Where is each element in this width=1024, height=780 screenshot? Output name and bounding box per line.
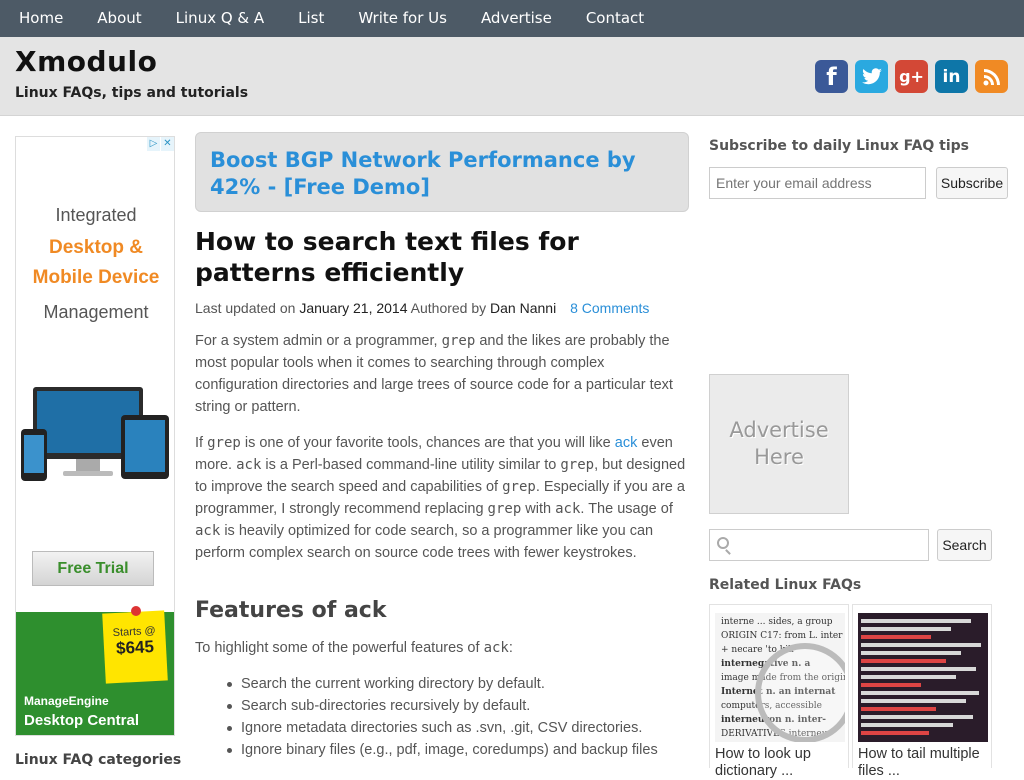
related-item[interactable]: How to tail multiple files ... (852, 604, 992, 779)
nav-contact[interactable]: Contact (569, 0, 661, 37)
paragraph-features-intro: To highlight some of the powerful featur… (195, 637, 689, 659)
features-list: Search the current working directory by … (227, 673, 691, 761)
code-grep: grep (487, 501, 522, 517)
text: . The usage of (580, 501, 673, 517)
author-label: Authored by (410, 300, 487, 316)
code-ack: ack (483, 640, 509, 656)
nav-linux-qa[interactable]: Linux Q & A (159, 0, 281, 37)
code-grep: grep (502, 479, 536, 495)
paragraph-intro: For a system admin or a programmer, grep… (195, 330, 689, 418)
categories-heading: Linux FAQ categories (15, 752, 182, 768)
list-item: Search the current working directory by … (227, 673, 691, 695)
site-title[interactable]: Xmodulo (15, 45, 157, 78)
code-grep: grep (441, 333, 476, 349)
code-ack: ack (555, 501, 581, 517)
price-note: Starts @ $645 (102, 610, 168, 684)
terminal-thumbnail (858, 613, 988, 742)
ad-brand-panel: Starts @ $645 ManageEngine Desktop Centr… (16, 606, 174, 735)
close-icon[interactable]: ✕ (160, 137, 174, 151)
text: To highlight some of the powerful featur… (195, 640, 484, 656)
left-advertisement[interactable]: ▷ ✕ Integrated Desktop & Mobile Device M… (15, 136, 175, 736)
ad-line-2: Desktop & (49, 237, 143, 258)
list-item: Search sub-directories recursively by de… (227, 695, 691, 717)
dictionary-thumbnail: interne ... sides, a group ORIGIN C17: f… (715, 613, 845, 742)
article-date: January 21, 2014 (299, 300, 408, 316)
search-input[interactable] (709, 529, 929, 561)
list-item: Ignore binary files (e.g., pdf, image, c… (227, 739, 691, 761)
devices-image (21, 387, 169, 481)
product-name: Desktop Central (24, 712, 140, 729)
free-trial-button[interactable]: Free Trial (32, 551, 154, 586)
price-value: $645 (115, 637, 155, 658)
advertise-here-box[interactable]: Advertise Here (709, 374, 849, 514)
search-button[interactable]: Search (937, 529, 992, 561)
paragraph-ack: If grep is one of your favorite tools, c… (195, 432, 689, 564)
google-plus-icon[interactable]: g+ (895, 60, 928, 93)
sponsored-banner[interactable]: Boost BGP Network Performance by 42% - [… (195, 132, 689, 212)
updated-label: Last updated on (195, 300, 296, 316)
ad-line-4: Management (43, 302, 149, 322)
related-item[interactable]: interne ... sides, a group ORIGIN C17: f… (709, 604, 849, 779)
article-meta: Last updated on January 21, 2014 Authore… (195, 300, 649, 316)
text: is one of your favorite tools, chances a… (240, 435, 615, 451)
rss-icon[interactable] (975, 60, 1008, 93)
nav-list[interactable]: List (281, 0, 341, 37)
site-header: Xmodulo Linux FAQs, tips and tutorials f… (0, 37, 1024, 116)
ack-link[interactable]: ack (615, 435, 638, 451)
code-grep: grep (207, 435, 241, 451)
article-title: How to search text files for patterns ef… (195, 227, 579, 287)
top-navigation: Home About Linux Q & A List Write for Us… (0, 0, 1024, 37)
ad-choices[interactable]: ▷ ✕ (146, 137, 174, 151)
nav-about[interactable]: About (80, 0, 158, 37)
advertise-line-2: Here (754, 445, 804, 469)
author-name[interactable]: Dan Nanni (490, 300, 556, 316)
text: is heavily optimized for code search, so… (195, 523, 654, 561)
brand-name: ManageEngine (24, 694, 109, 708)
code-grep: grep (560, 457, 595, 473)
text: : (508, 640, 513, 656)
ad-line-3: Mobile Device (32, 267, 160, 288)
magnifier-graphic (755, 643, 845, 742)
text: with (521, 501, 556, 517)
site-tagline: Linux FAQs, tips and tutorials (15, 85, 249, 101)
advertise-line-1: Advertise (729, 418, 829, 442)
twitter-icon[interactable] (855, 60, 888, 93)
banner-link[interactable]: Boost BGP Network Performance by 42% - [… (210, 148, 636, 199)
ad-info-icon[interactable]: ▷ (146, 137, 160, 151)
code-ack: ack (236, 457, 262, 473)
code-ack: ack (195, 523, 221, 539)
text: If (195, 435, 208, 451)
nav-home[interactable]: Home (2, 0, 80, 37)
subscribe-button[interactable]: Subscribe (936, 167, 1008, 199)
nav-advertise[interactable]: Advertise (464, 0, 569, 37)
pin-icon (131, 606, 141, 616)
advertise-text: Advertise Here (729, 417, 828, 471)
text: is a Perl-based command-line utility sim… (261, 457, 561, 473)
related-heading: Related Linux FAQs (709, 577, 862, 593)
subscribe-heading: Subscribe to daily Linux FAQ tips (709, 138, 970, 154)
search-icon (717, 537, 729, 549)
facebook-icon[interactable]: f (815, 60, 848, 93)
text: For a system admin or a programmer, (195, 333, 442, 349)
ad-line-1: Integrated (55, 205, 137, 225)
list-item: Ignore metadata directories such as .svn… (227, 717, 691, 739)
nav-write-for-us[interactable]: Write for Us (341, 0, 464, 37)
related-title[interactable]: How to look up dictionary ... (715, 746, 847, 780)
features-heading: Features of ack (195, 598, 387, 623)
related-title[interactable]: How to tail multiple files ... (858, 746, 990, 780)
comments-link[interactable]: 8 Comments (570, 300, 649, 316)
email-field[interactable] (709, 167, 926, 199)
linkedin-icon[interactable]: in (935, 60, 968, 93)
